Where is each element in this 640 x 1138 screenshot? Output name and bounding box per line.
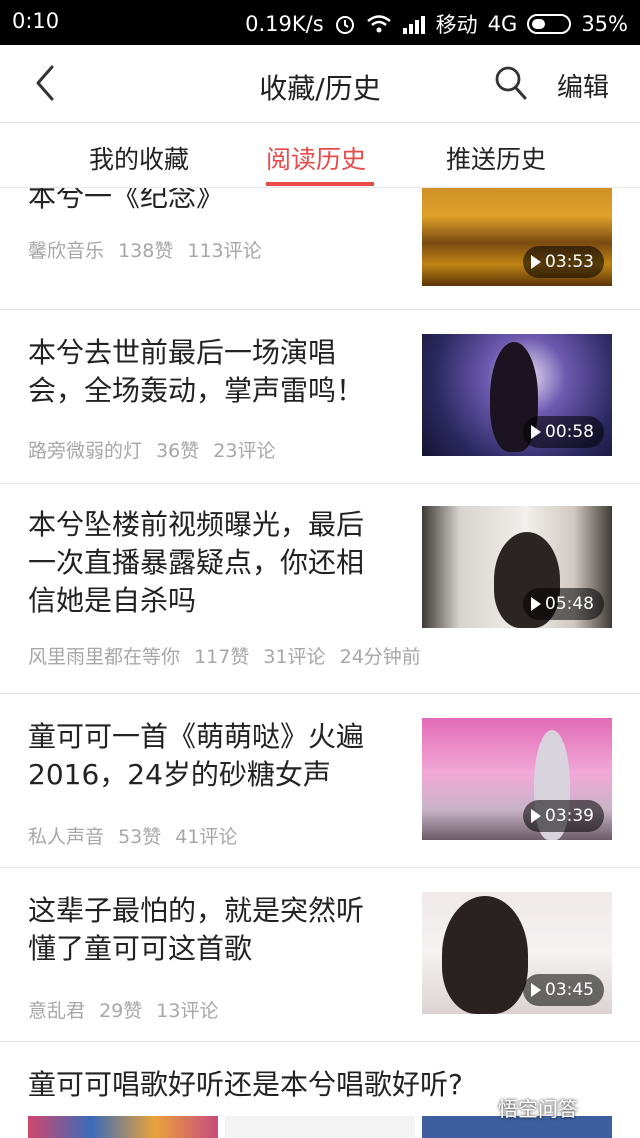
duration-text: 03:39 — [545, 806, 594, 826]
carrier-label: 移动 — [435, 13, 478, 37]
item-meta: 路旁微弱的灯 36赞 23评论 — [28, 436, 283, 463]
item-author: 馨欣音乐 — [28, 240, 105, 262]
alarm-icon — [335, 16, 354, 34]
item-comments: 23评论 — [213, 440, 276, 462]
item-author: 私人声音 — [28, 826, 105, 848]
status-right: 0.19K/s 移动 4G 35% — [245, 9, 628, 39]
tab-active-indicator — [266, 182, 374, 186]
tab-bar: 我的收藏 阅读历史 推送历史 — [0, 124, 640, 188]
network-type: 4G — [487, 12, 518, 36]
item-meta: 私人声音 53赞 41评论 — [28, 822, 245, 849]
video-thumbnail[interactable]: 00:58 — [422, 334, 612, 456]
duration-text: 03:45 — [545, 980, 594, 1000]
battery-level: 35% — [581, 12, 628, 36]
list-item[interactable]: 这辈子最怕的，就是突然听懂了童可可这首歌 意乱君 29赞 13评论 03:45 — [0, 868, 640, 1042]
duration-badge: 00:58 — [523, 416, 604, 448]
battery-icon — [527, 14, 572, 34]
status-bar: 0:10 0.19K/s 移动 4G 35% — [0, 0, 640, 45]
tab-push-history[interactable]: 推送历史 — [446, 140, 546, 176]
thumbnail-figure — [442, 896, 528, 1014]
item-comments: 13评论 — [156, 1000, 219, 1022]
play-icon — [531, 425, 541, 439]
item-title: 本兮坠楼前视频曝光，最后一次直播暴露疑点，你还相信她是自杀吗 — [28, 508, 365, 617]
wifi-icon — [366, 15, 391, 33]
search-icon[interactable] — [494, 65, 528, 101]
play-icon — [531, 597, 541, 611]
status-time: 0:10 — [12, 9, 60, 33]
list-item[interactable]: 本兮一《纪念》 馨欣音乐 138赞 113评论 03:53 — [0, 188, 640, 310]
item-likes: 36赞 — [156, 440, 200, 462]
item-likes: 29赞 — [99, 1000, 143, 1022]
wukong-watermark: 悟空问答 — [498, 1097, 578, 1121]
item-likes: 117赞 — [194, 646, 250, 668]
image-strip-2 — [225, 1116, 415, 1138]
history-list: 本兮一《纪念》 馨欣音乐 138赞 113评论 03:53 本兮去世前最后一场演… — [0, 188, 640, 1138]
item-comments: 41评论 — [175, 826, 238, 848]
video-thumbnail[interactable]: 03:53 — [422, 188, 612, 286]
duration-text: 05:48 — [545, 594, 594, 614]
item-author: 路旁微弱的灯 — [28, 440, 143, 462]
image-strip-1 — [28, 1116, 218, 1138]
item-author: 意乱君 — [28, 1000, 86, 1022]
play-icon — [531, 983, 541, 997]
item-likes: 138赞 — [118, 240, 174, 262]
item-title: 本兮一《纪念》 — [28, 188, 225, 213]
tab-my-favorites[interactable]: 我的收藏 — [89, 140, 189, 176]
duration-badge: 03:53 — [523, 246, 604, 278]
item-time: 24分钟前 — [339, 646, 421, 668]
item-title: 这辈子最怕的，就是突然听懂了童可可这首歌 — [28, 894, 365, 965]
duration-badge: 03:39 — [523, 800, 604, 832]
play-icon — [531, 255, 541, 269]
item-meta: 风里雨里都在等你 117赞 31评论 24分钟前 — [28, 642, 429, 669]
item-author: 风里雨里都在等你 — [28, 646, 181, 668]
signal-icon — [402, 16, 425, 34]
item-title: 本兮去世前最后一场演唱会，全场轰动，掌声雷鸣！ — [28, 336, 365, 407]
list-item[interactable]: 本兮去世前最后一场演唱会，全场轰动，掌声雷鸣！ 路旁微弱的灯 36赞 23评论 … — [0, 310, 640, 484]
duration-badge: 05:48 — [523, 588, 604, 620]
video-thumbnail[interactable]: 03:45 — [422, 892, 612, 1014]
list-item[interactable]: 本兮坠楼前视频曝光，最后一次直播暴露疑点，你还相信她是自杀吗 风里雨里都在等你 … — [0, 484, 640, 694]
duration-badge: 03:45 — [523, 974, 604, 1006]
network-speed: 0.19K/s — [245, 12, 324, 36]
edit-button[interactable]: 编辑 — [557, 67, 609, 104]
item-meta: 意乱君 29赞 13评论 — [28, 996, 226, 1023]
video-thumbnail[interactable]: 05:48 — [422, 506, 612, 628]
list-item[interactable]: 童可可一首《萌萌哒》火遍2016，24岁的砂糖女声 私人声音 53赞 41评论 … — [0, 694, 640, 868]
item-comments: 31评论 — [263, 646, 326, 668]
item-likes: 53赞 — [118, 826, 162, 848]
item-comments: 113评论 — [187, 240, 262, 262]
item-meta: 馨欣音乐 138赞 113评论 — [28, 236, 270, 263]
video-thumbnail[interactable]: 03:39 — [422, 718, 612, 840]
item-title: 童可可一首《萌萌哒》火遍2016，24岁的砂糖女声 — [28, 720, 365, 791]
duration-text: 03:53 — [545, 252, 594, 272]
page-title: 收藏/历史 — [259, 72, 381, 105]
tab-reading-history[interactable]: 阅读历史 — [266, 140, 366, 176]
play-icon — [531, 809, 541, 823]
header-bar: 收藏/历史 编辑 — [0, 45, 640, 123]
duration-text: 00:58 — [545, 422, 594, 442]
